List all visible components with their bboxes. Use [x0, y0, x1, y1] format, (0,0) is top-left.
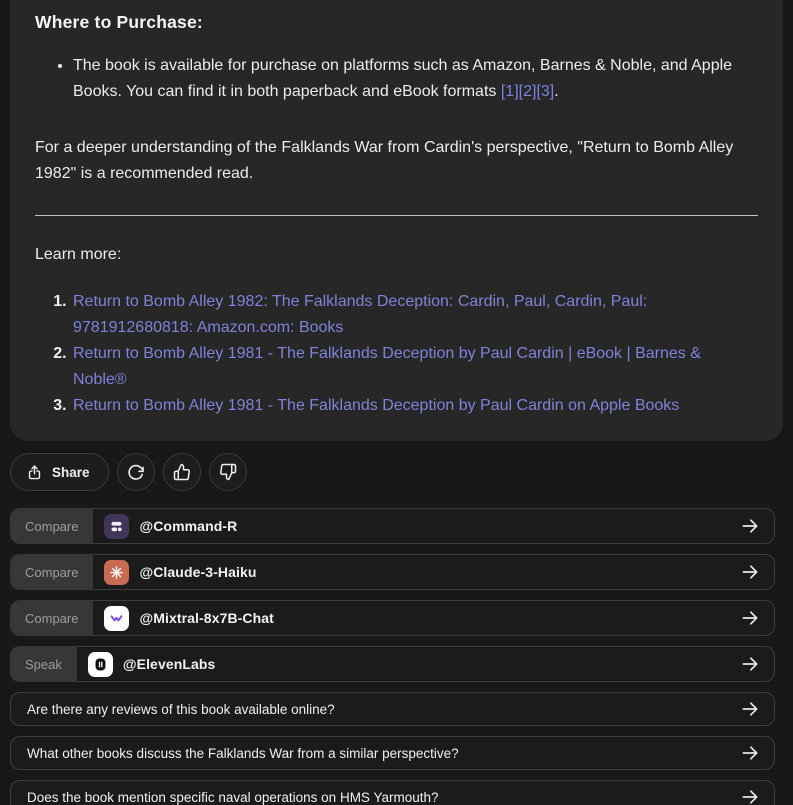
arrow-right-icon — [740, 608, 760, 628]
compare-row-mixtral-8x7b-chat: Compare @Mixtral-8x7B-Chat — [10, 600, 775, 636]
thumbs-up-button[interactable] — [163, 453, 201, 491]
arrow-right-icon — [740, 787, 760, 805]
bot-name: @Claude-3-Haiku — [139, 564, 256, 580]
bot-name: @Mixtral-8x7B-Chat — [139, 610, 273, 626]
bot-message-card: Where to Purchase: The book is available… — [10, 0, 783, 441]
followup-question-naval-operations[interactable]: Does the book mention specific naval ope… — [10, 780, 775, 805]
source-list-item: Return to Bomb Alley 1981 - The Falkland… — [71, 393, 758, 419]
share-button-label: Share — [52, 465, 90, 480]
recommendation-paragraph: For a deeper understanding of the Falkla… — [35, 135, 758, 187]
arrow-right-icon — [740, 516, 760, 536]
compare-tab[interactable]: Compare — [10, 600, 93, 636]
source-link-amazon[interactable]: Return to Bomb Alley 1982: The Falklands… — [73, 293, 647, 336]
compare-row-claude-3-haiku: Compare @Claude-3-Haiku — [10, 554, 775, 590]
arrow-right-icon — [740, 654, 760, 674]
speak-row-elevenlabs: Speak @ElevenLabs — [10, 646, 775, 682]
bot-name: @ElevenLabs — [123, 656, 216, 672]
section-heading: Where to Purchase: — [35, 6, 758, 33]
thumbs-down-icon — [219, 463, 237, 481]
compare-tab[interactable]: Compare — [10, 508, 93, 544]
compare-tab[interactable]: Compare — [10, 554, 93, 590]
share-button[interactable]: Share — [10, 453, 109, 491]
bullet-text: The book is available for purchase on pl… — [73, 57, 732, 100]
bot-button-claude-3-haiku[interactable]: @Claude-3-Haiku — [93, 554, 775, 590]
followup-question-text: What other books discuss the Falklands W… — [27, 746, 459, 761]
speak-tab[interactable]: Speak — [10, 646, 77, 682]
learn-more-label: Learn more: — [35, 243, 758, 267]
thumbs-down-button[interactable] — [209, 453, 247, 491]
anthropic-logo-icon — [104, 560, 129, 585]
bot-name: @Command-R — [139, 518, 237, 534]
message-actions-bar: Share — [10, 453, 783, 491]
thumbs-up-icon — [173, 463, 191, 481]
source-link-apple-books[interactable]: Return to Bomb Alley 1981 - The Falkland… — [73, 397, 679, 414]
purchase-bullet-item: The book is available for purchase on pl… — [73, 53, 758, 105]
arrow-right-icon — [740, 562, 760, 582]
compare-row-command-r: Compare @Command-R — [10, 508, 775, 544]
arrow-right-icon — [740, 699, 760, 719]
followup-question-text: Does the book mention specific naval ope… — [27, 790, 438, 805]
followup-question-text: Are there any reviews of this book avail… — [27, 702, 335, 717]
bot-button-mixtral-8x7b-chat[interactable]: @Mixtral-8x7B-Chat — [93, 600, 775, 636]
purchase-bullet-list: The book is available for purchase on pl… — [35, 53, 758, 105]
bot-button-elevenlabs[interactable]: @ElevenLabs — [77, 646, 775, 682]
bullet-period: . — [554, 83, 558, 100]
followup-question-reviews[interactable]: Are there any reviews of this book avail… — [10, 692, 775, 726]
bot-button-command-r[interactable]: @Command-R — [93, 508, 775, 544]
command-r-logo-icon — [104, 514, 129, 539]
source-list-item: Return to Bomb Alley 1981 - The Falkland… — [71, 341, 758, 393]
elevenlabs-logo-icon — [88, 652, 113, 677]
share-icon — [26, 464, 43, 481]
regenerate-button[interactable] — [117, 453, 155, 491]
source-list-item: Return to Bomb Alley 1982: The Falklands… — [71, 289, 758, 341]
citation-link-2[interactable]: [2] — [519, 83, 537, 100]
followup-question-other-books[interactable]: What other books discuss the Falklands W… — [10, 736, 775, 770]
citation-link-1[interactable]: [1] — [501, 83, 519, 100]
regenerate-icon — [126, 463, 145, 482]
citation-link-3[interactable]: [3] — [536, 83, 554, 100]
mistral-logo-icon — [104, 606, 129, 631]
source-link-barnes-noble[interactable]: Return to Bomb Alley 1981 - The Falkland… — [73, 345, 701, 388]
arrow-right-icon — [740, 743, 760, 763]
divider — [35, 215, 758, 216]
source-link-list: Return to Bomb Alley 1982: The Falklands… — [35, 289, 758, 419]
